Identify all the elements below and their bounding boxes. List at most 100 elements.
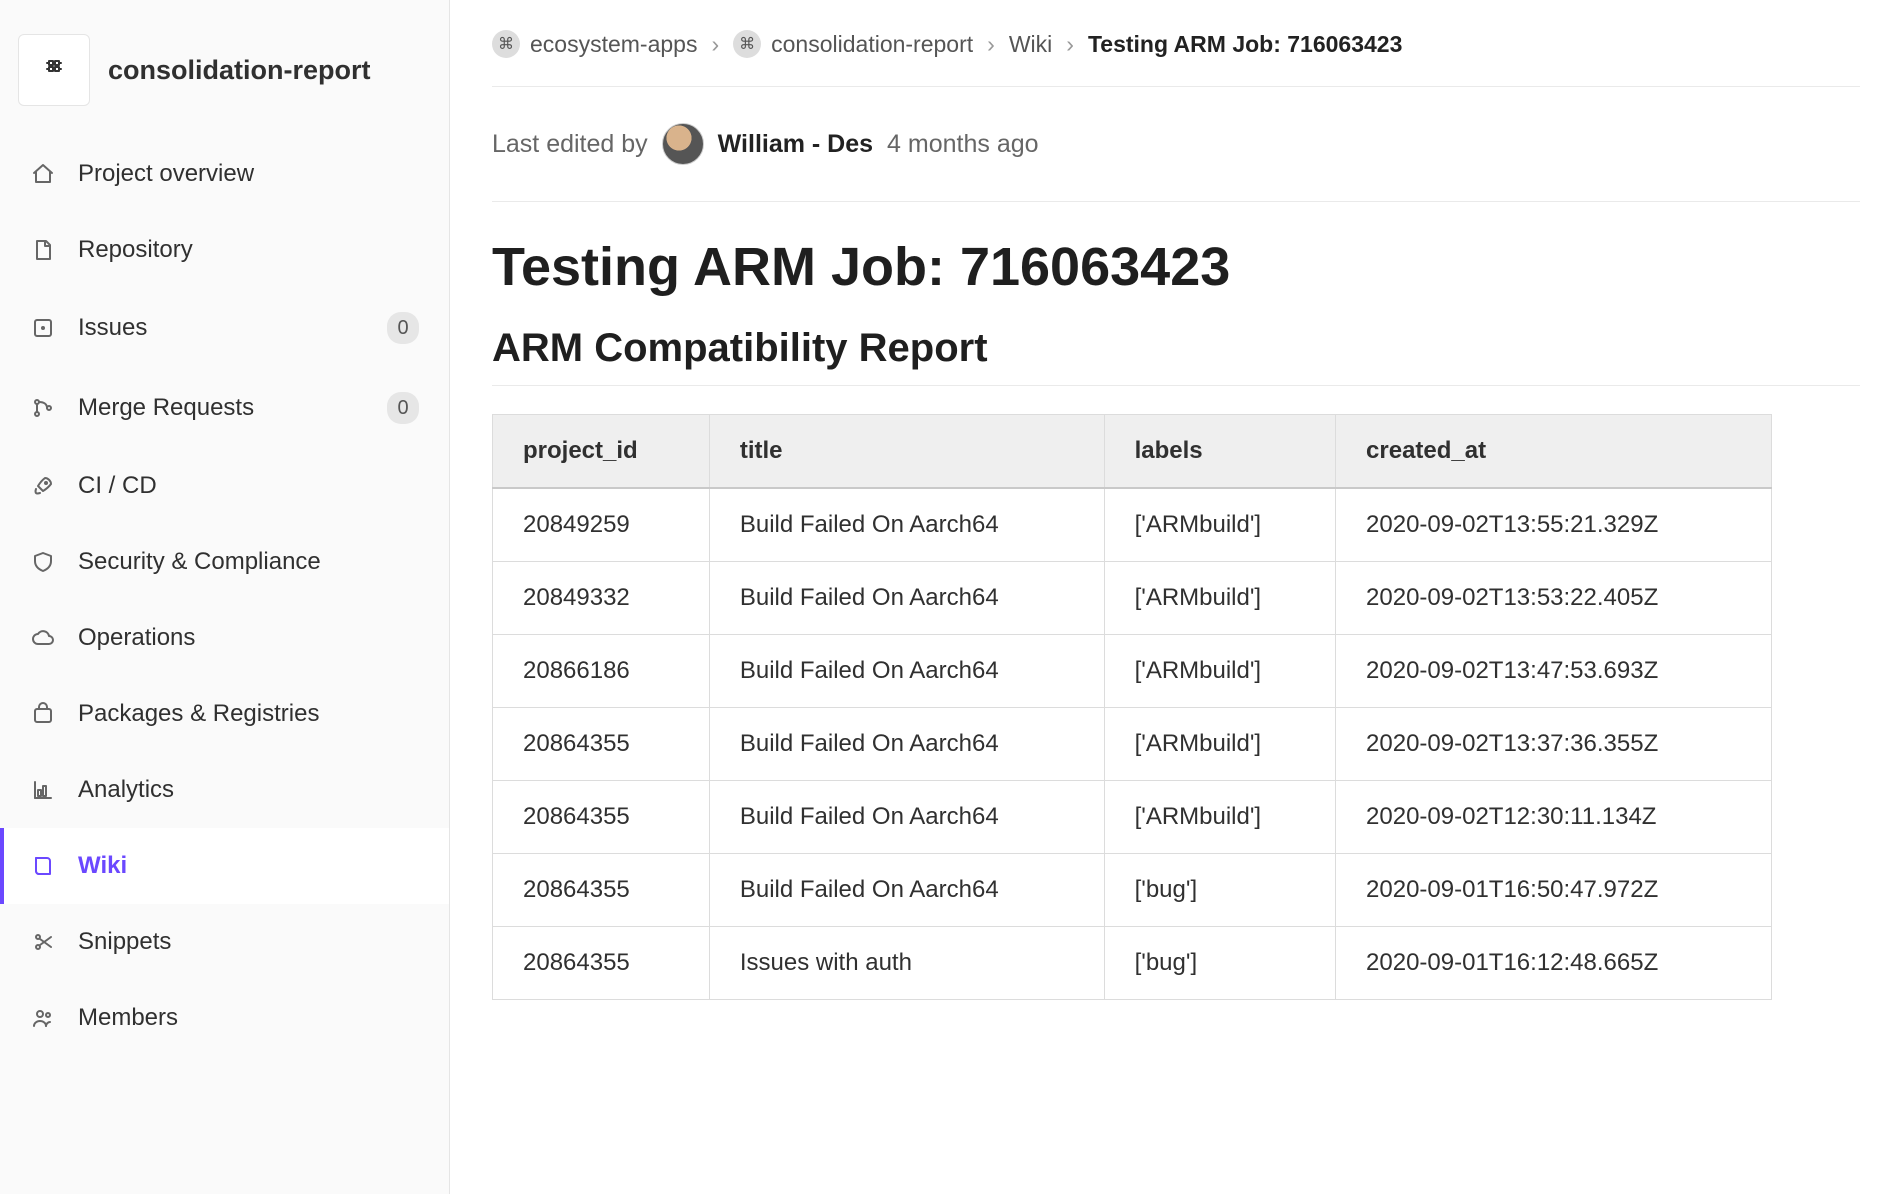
book-icon (30, 853, 56, 879)
sidebar-item-label: Packages & Registries (78, 700, 419, 728)
author-name[interactable]: William - Des (718, 130, 873, 159)
sidebar: consolidation-report Project overview Rep… (0, 0, 450, 1194)
sidebar-item-operations[interactable]: Operations (0, 600, 449, 676)
table-cell: 20864355 (493, 927, 710, 1000)
sidebar-item-label: Wiki (78, 852, 419, 880)
table-header-cell: title (709, 415, 1104, 489)
table-cell: ['bug'] (1104, 854, 1335, 927)
table-row: 20864355Issues with auth['bug']2020-09-0… (493, 927, 1772, 1000)
page-title: Testing ARM Job: 716063423 (492, 236, 1860, 298)
table-cell: ['ARMbuild'] (1104, 488, 1335, 562)
breadcrumb-item[interactable]: ⌘ consolidation-report (733, 30, 973, 58)
table-cell: 20866186 (493, 635, 710, 708)
table-cell: Build Failed On Aarch64 (709, 562, 1104, 635)
chart-icon (30, 777, 56, 803)
table-cell: 20849259 (493, 488, 710, 562)
breadcrumb-avatar-icon: ⌘ (733, 30, 761, 58)
breadcrumb-avatar-icon: ⌘ (492, 30, 520, 58)
table-cell: 2020-09-01T16:50:47.972Z (1336, 854, 1772, 927)
table-cell: ['ARMbuild'] (1104, 708, 1335, 781)
merge-icon (30, 395, 56, 421)
sidebar-item-label: Security & Compliance (78, 548, 419, 576)
breadcrumb-item[interactable]: Wiki (1009, 31, 1052, 58)
table-cell: 2020-09-02T13:55:21.329Z (1336, 488, 1772, 562)
sidebar-nav: Project overview Repository Issues 0 Merge R… (0, 136, 449, 1056)
table-cell: ['ARMbuild'] (1104, 781, 1335, 854)
table-cell: Issues with auth (709, 927, 1104, 1000)
section-rule (492, 385, 1860, 386)
project-name: consolidation-report (108, 55, 371, 86)
sidebar-item-label: Issues (78, 314, 365, 342)
shield-icon (30, 549, 56, 575)
sidebar-item-label: Analytics (78, 776, 419, 804)
table-row: 20864355Build Failed On Aarch64['ARMbuil… (493, 708, 1772, 781)
sidebar-item-label: Operations (78, 624, 419, 652)
table-row: 20864355Build Failed On Aarch64['ARMbuil… (493, 781, 1772, 854)
sidebar-item-security[interactable]: Security & Compliance (0, 524, 449, 600)
breadcrumb-item[interactable]: ⌘ ecosystem-apps (492, 30, 697, 58)
sidebar-item-overview[interactable]: Project overview (0, 136, 449, 212)
main-content: ⌘ ecosystem-apps › ⌘ consolidation-report › Wi… (450, 0, 1900, 1194)
sidebar-item-label: Snippets (78, 928, 419, 956)
sidebar-item-analytics[interactable]: Analytics (0, 752, 449, 828)
table-cell: ['bug'] (1104, 927, 1335, 1000)
table-cell: 2020-09-02T13:37:36.355Z (1336, 708, 1772, 781)
table-cell: Build Failed On Aarch64 (709, 854, 1104, 927)
cloud-icon (30, 625, 56, 651)
breadcrumb-item: Testing ARM Job: 716063423 (1088, 31, 1402, 58)
sidebar-item-label: Project overview (78, 160, 419, 188)
breadcrumb-separator: › (711, 31, 719, 58)
table-cell: Build Failed On Aarch64 (709, 488, 1104, 562)
project-avatar-icon (18, 34, 90, 106)
breadcrumb-separator: › (1066, 31, 1074, 58)
sidebar-item-label: Members (78, 1004, 419, 1032)
table-cell: 20864355 (493, 708, 710, 781)
package-icon (30, 701, 56, 727)
table-cell: 20864355 (493, 854, 710, 927)
sidebar-item-wiki[interactable]: Wiki (0, 828, 449, 904)
sidebar-item-merge-requests[interactable]: Merge Requests0 (0, 368, 449, 448)
table-cell: Build Failed On Aarch64 (709, 708, 1104, 781)
table-row: 20864355Build Failed On Aarch64['bug']20… (493, 854, 1772, 927)
table-row: 20849332Build Failed On Aarch64['ARMbuil… (493, 562, 1772, 635)
section-title: ARM Compatibility Report (492, 326, 1860, 371)
table-header-row: project_idtitlelabelscreated_at (493, 415, 1772, 489)
breadcrumb-label: consolidation-report (771, 31, 973, 58)
table-cell: 2020-09-02T13:53:22.405Z (1336, 562, 1772, 635)
table-header-cell: labels (1104, 415, 1335, 489)
home-icon (30, 161, 56, 187)
sidebar-item-snippets[interactable]: Snippets (0, 904, 449, 980)
table-cell: 2020-09-02T13:47:53.693Z (1336, 635, 1772, 708)
breadcrumb-label: Testing ARM Job: 716063423 (1088, 31, 1402, 58)
sidebar-item-members[interactable]: Members (0, 980, 449, 1056)
sidebar-item-issues[interactable]: Issues 0 (0, 288, 449, 368)
issues-icon (30, 315, 56, 341)
sidebar-badge: 0 (387, 312, 419, 344)
sidebar-item-label: Merge Requests (78, 394, 365, 422)
members-icon (30, 1005, 56, 1031)
table-header-cell: created_at (1336, 415, 1772, 489)
table-row: 20849259Build Failed On Aarch64['ARMbuil… (493, 488, 1772, 562)
table-cell: ['ARMbuild'] (1104, 635, 1335, 708)
table-cell: 2020-09-01T16:12:48.665Z (1336, 927, 1772, 1000)
last-edited-row: Last edited by William - Des 4 months ag… (492, 87, 1860, 202)
breadcrumb: ⌘ ecosystem-apps › ⌘ consolidation-report › Wi… (492, 30, 1860, 87)
scissors-icon (30, 929, 56, 955)
table-cell: 20864355 (493, 781, 710, 854)
table-cell: 20849332 (493, 562, 710, 635)
sidebar-item-packages[interactable]: Packages & Registries (0, 676, 449, 752)
file-icon (30, 237, 56, 263)
table-cell: ['ARMbuild'] (1104, 562, 1335, 635)
project-header[interactable]: consolidation-report (0, 20, 449, 136)
sidebar-item-cicd[interactable]: CI / CD (0, 448, 449, 524)
breadcrumb-label: ecosystem-apps (530, 31, 697, 58)
author-avatar[interactable] (662, 123, 704, 165)
breadcrumb-separator: › (987, 31, 995, 58)
edited-time: 4 months ago (887, 130, 1039, 159)
rocket-icon (30, 473, 56, 499)
table-header-cell: project_id (493, 415, 710, 489)
sidebar-item-label: CI / CD (78, 472, 419, 500)
sidebar-item-repository[interactable]: Repository (0, 212, 449, 288)
table-cell: Build Failed On Aarch64 (709, 635, 1104, 708)
breadcrumb-label: Wiki (1009, 31, 1052, 58)
